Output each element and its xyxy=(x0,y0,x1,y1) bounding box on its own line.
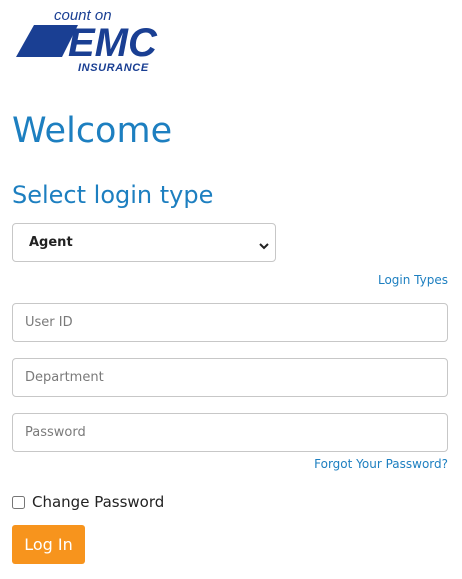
change-password-row[interactable]: Change Password xyxy=(12,493,164,511)
login-type-select[interactable]: Agent xyxy=(13,224,275,261)
login-button[interactable]: Log In xyxy=(12,525,85,564)
change-password-checkbox[interactable] xyxy=(12,495,25,509)
svg-text:INSURANCE: INSURANCE xyxy=(78,62,149,74)
department-input[interactable] xyxy=(12,358,448,397)
login-type-select-wrapper[interactable]: Agent xyxy=(12,223,276,262)
change-password-label: Change Password xyxy=(32,493,165,511)
password-input[interactable] xyxy=(12,413,448,452)
user-id-input[interactable] xyxy=(12,303,448,342)
forgot-password-link[interactable]: Forgot Your Password? xyxy=(314,457,448,471)
svg-text:EMC: EMC xyxy=(68,21,158,65)
login-type-heading: Select login type xyxy=(12,181,214,209)
login-types-link[interactable]: Login Types xyxy=(378,273,448,287)
page-title: Welcome xyxy=(12,111,173,151)
emc-insurance-logo: count on EMC INSURANCE xyxy=(16,4,191,74)
